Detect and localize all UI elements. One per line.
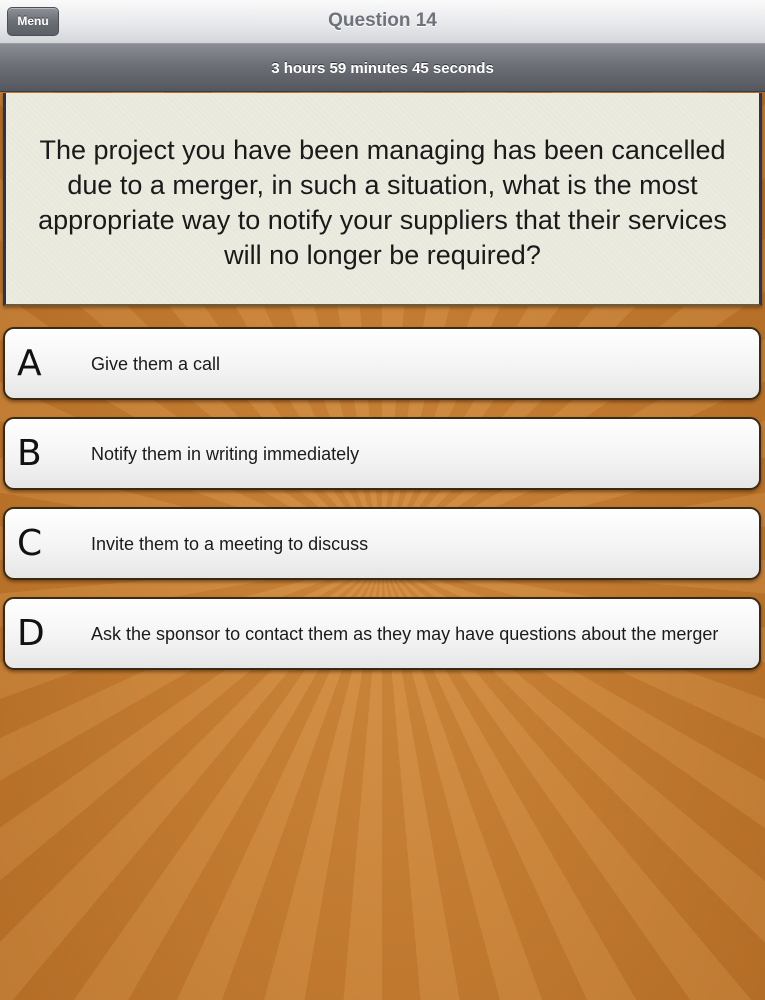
answer-text: Ask the sponsor to contact them as they …	[91, 623, 719, 644]
answer-text: Give them a call	[91, 353, 221, 374]
menu-button[interactable]: Menu	[7, 7, 59, 36]
question-card: The project you have been managing has b…	[3, 93, 762, 306]
timer-text: 3 hours 59 minutes 45 seconds	[271, 60, 494, 77]
answer-option-a[interactable]: A Give them a call	[3, 327, 761, 400]
answer-option-b[interactable]: B Notify them in writing immediately	[3, 417, 761, 490]
answer-letter: C	[17, 523, 43, 564]
answer-letter: B	[17, 433, 42, 474]
question-text: The project you have been managing has b…	[38, 135, 727, 270]
navigation-bar: Menu Question 14	[0, 0, 765, 44]
answer-text: Notify them in writing immediately	[91, 443, 360, 464]
answer-letter: A	[17, 343, 42, 384]
answer-letter: D	[17, 613, 45, 654]
answer-text: Invite them to a meeting to discuss	[91, 533, 369, 554]
answer-option-d[interactable]: D Ask the sponsor to contact them as the…	[3, 597, 761, 670]
answer-option-c[interactable]: C Invite them to a meeting to discuss	[3, 507, 761, 580]
page-title: Question 14	[328, 10, 437, 31]
timer-bar: 3 hours 59 minutes 45 seconds	[0, 44, 765, 92]
